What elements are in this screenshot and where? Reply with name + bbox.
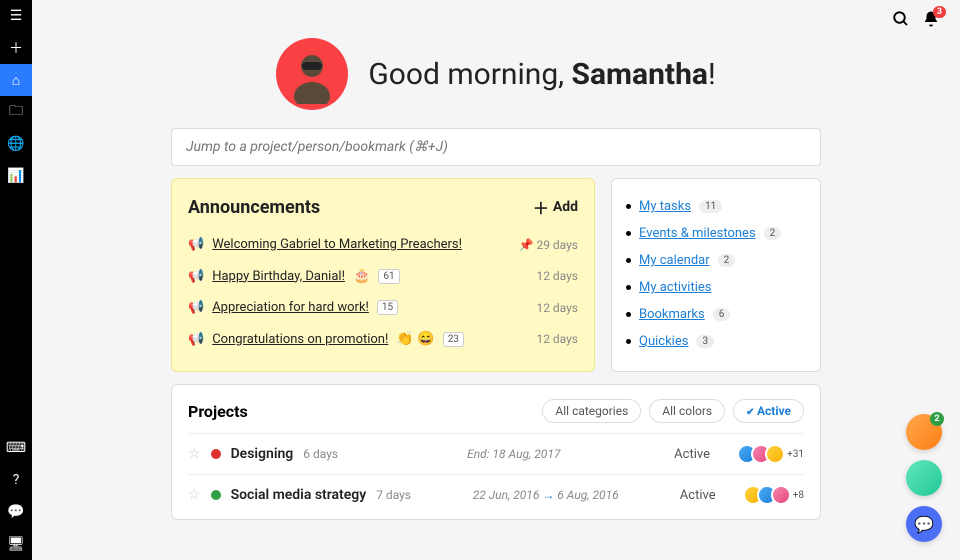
star-icon[interactable]: ☆ <box>188 487 201 503</box>
project-status: Active <box>657 447 727 462</box>
project-avatars: +31 <box>737 444 804 464</box>
megaphone-icon: 📢 <box>188 300 204 315</box>
greeting-name: Samantha <box>572 57 708 92</box>
globe-icon[interactable]: 🌐 <box>0 128 32 160</box>
project-date: 22 Jun, 2016 → 6 Aug, 2016 <box>473 488 653 502</box>
megaphone-icon: 📢 <box>188 237 204 252</box>
filter-colors[interactable]: All colors <box>649 399 725 423</box>
project-status: Active <box>663 488 733 503</box>
quicklink[interactable]: My tasks <box>639 199 691 214</box>
count-pill: 3 <box>696 335 714 348</box>
announcement-row: 📢 Appreciation for hard work! 15 12 days <box>188 292 578 323</box>
quicklink[interactable]: Bookmarks <box>639 307 705 322</box>
bullet-icon <box>626 204 631 209</box>
user-avatar <box>276 38 348 110</box>
quicklink-row: Bookmarks 6 <box>626 301 806 328</box>
pin-icon: 📌 <box>519 238 534 252</box>
jump-input[interactable] <box>171 128 821 166</box>
announcement-days: 12 days <box>536 332 578 346</box>
greeting-row: Good morning, Samantha! <box>32 38 960 110</box>
avatar-more: +31 <box>787 449 804 460</box>
announcement-link[interactable]: Happy Birthday, Danial! <box>212 269 345 284</box>
announcements-panel: Announcements ＋Add 📢 Welcoming Gabriel t… <box>171 178 595 372</box>
avatar-more: +8 <box>793 490 804 501</box>
quicklink-row: My calendar 2 <box>626 247 806 274</box>
greeting-prefix: Good morning, <box>368 57 571 92</box>
star-icon[interactable]: ☆ <box>188 446 201 462</box>
announcement-days: 29 days <box>536 238 578 252</box>
plus-icon[interactable]: ＋ <box>0 32 32 64</box>
keyboard-icon[interactable]: ⌨ <box>0 432 32 464</box>
megaphone-icon: 📢 <box>188 269 204 284</box>
chat-person-1[interactable]: 2 <box>906 414 942 450</box>
chat-badge: 2 <box>930 412 944 426</box>
announcement-link[interactable]: Appreciation for hard work! <box>212 300 369 315</box>
add-announcement-button[interactable]: ＋Add <box>533 195 578 219</box>
emoji-icon: 🎂 <box>353 268 370 284</box>
bullet-icon <box>626 231 631 236</box>
quicklink[interactable]: My activities <box>639 280 712 295</box>
quicklink[interactable]: My calendar <box>639 253 710 268</box>
bullet-icon <box>626 285 631 290</box>
quicklink-row: My activities <box>626 274 806 301</box>
announcement-link[interactable]: Congratulations on promotion! <box>212 332 388 347</box>
project-color-dot <box>211 449 221 459</box>
project-days: 7 days <box>376 488 411 502</box>
announcement-days: 12 days <box>536 269 578 283</box>
announcement-row: 📢 Welcoming Gabriel to Marketing Preache… <box>188 229 578 260</box>
filter-categories[interactable]: All categories <box>542 399 641 423</box>
announcements-title: Announcements <box>188 197 320 218</box>
desktop-icon[interactable]: 🖥 <box>0 528 32 560</box>
help-icon[interactable]: ? <box>0 464 32 496</box>
count-pill: 2 <box>718 254 736 267</box>
project-color-dot <box>211 490 221 500</box>
quicklink-row: Events & milestones 2 <box>626 220 806 247</box>
filter-active[interactable]: Active <box>733 399 804 423</box>
left-sidebar: ☰ ＋ ⌂ 🗀 🌐 📊 ⌨ ? 💬 🖥 <box>0 0 32 560</box>
folder-icon[interactable]: 🗀 <box>0 96 32 128</box>
project-name[interactable]: Social media strategy <box>231 487 367 503</box>
quicklink[interactable]: Events & milestones <box>639 226 756 241</box>
bullet-icon <box>626 339 631 344</box>
count-chip: 61 <box>378 269 399 284</box>
chart-icon[interactable]: 📊 <box>0 160 32 192</box>
chat-person-2[interactable] <box>906 460 942 496</box>
home-icon[interactable]: ⌂ <box>0 64 32 96</box>
quicklink[interactable]: Quickies <box>639 334 688 349</box>
project-avatars: +8 <box>743 485 804 505</box>
project-days: 6 days <box>303 447 338 461</box>
projects-title: Projects <box>188 402 248 421</box>
projects-filters: All categories All colors Active <box>542 399 804 423</box>
quicklinks-panel: My tasks 11 Events & milestones 2 My calen… <box>611 178 821 372</box>
floating-chat: 2 💬 <box>906 414 942 542</box>
count-chip: 23 <box>443 332 464 347</box>
project-name[interactable]: Designing <box>231 446 294 462</box>
menu-icon[interactable]: ☰ <box>0 0 32 32</box>
count-chip: 15 <box>377 300 398 315</box>
chat-launcher[interactable]: 💬 <box>906 506 942 542</box>
project-row: ☆ Designing 6 days End: 18 Aug, 2017 Act… <box>188 433 804 474</box>
announcement-row: 📢 Congratulations on promotion! 👏 😄 23 1… <box>188 323 578 355</box>
announcement-link[interactable]: Welcoming Gabriel to Marketing Preachers… <box>212 237 462 252</box>
greeting-suffix: ! <box>708 57 716 92</box>
quicklink-row: My tasks 11 <box>626 193 806 220</box>
count-pill: 6 <box>713 308 731 321</box>
quicklink-row: Quickies 3 <box>626 328 806 355</box>
announcement-days: 12 days <box>536 301 578 315</box>
count-pill: 11 <box>699 200 722 213</box>
megaphone-icon: 📢 <box>188 332 204 347</box>
main-content: Good morning, Samantha! Announcements ＋A… <box>32 0 960 560</box>
bullet-icon <box>626 312 631 317</box>
projects-panel: Projects All categories All colors Activ… <box>171 384 821 520</box>
count-pill: 2 <box>764 227 782 240</box>
announcement-row: 📢 Happy Birthday, Danial! 🎂 61 12 days <box>188 260 578 292</box>
bullet-icon <box>626 258 631 263</box>
emoji-icon: 👏 😄 <box>396 331 434 347</box>
chat-icon[interactable]: 💬 <box>0 496 32 528</box>
greeting-text: Good morning, Samantha! <box>368 57 715 92</box>
project-row: ☆ Social media strategy 7 days 22 Jun, 2… <box>188 474 804 515</box>
project-date: End: 18 Aug, 2017 <box>467 447 647 461</box>
